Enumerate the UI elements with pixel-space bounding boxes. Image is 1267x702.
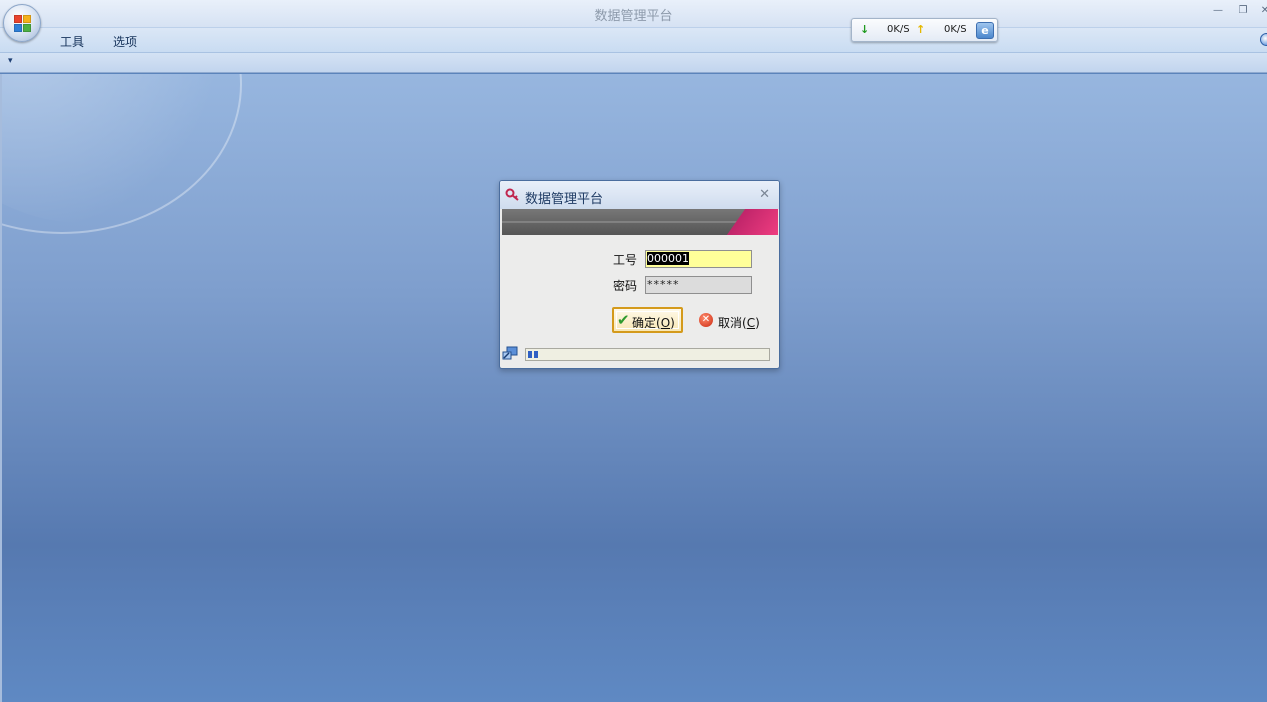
workspace-background bbox=[0, 74, 1267, 702]
app-menu-button[interactable] bbox=[3, 4, 41, 42]
dialog-title-bar: 数据管理平台 ✕ bbox=[500, 181, 779, 209]
confirm-button[interactable]: ✔ 确定(O) bbox=[612, 307, 683, 333]
check-icon: ✔ bbox=[617, 311, 630, 329]
upload-arrow-icon: ↑ bbox=[916, 23, 926, 36]
password-label: 密码 bbox=[613, 279, 638, 293]
confirm-shortcut: O bbox=[660, 316, 671, 330]
upload-speed: 0K/S bbox=[944, 24, 967, 35]
network-connection-icon bbox=[502, 346, 518, 360]
menu-bar: 工具 选项 bbox=[0, 28, 1267, 53]
help-icon[interactable] bbox=[1260, 33, 1267, 46]
window-title: 数据管理平台 bbox=[594, 9, 673, 24]
customize-toolbar-icon[interactable]: ▾ bbox=[8, 56, 13, 66]
cancel-button[interactable]: ✕ 取消(C) bbox=[696, 309, 764, 333]
dialog-title: 数据管理平台 bbox=[525, 192, 604, 207]
login-dialog: 数据管理平台 ✕ 工号 000001 密码 ***** ✔ 确定(O) ✕ 取消… bbox=[499, 180, 780, 369]
minimize-button[interactable]: — bbox=[1211, 4, 1225, 18]
download-arrow-icon: ↓ bbox=[860, 23, 870, 36]
password-input[interactable]: ***** bbox=[645, 276, 752, 294]
employee-id-input[interactable]: 000001 bbox=[645, 250, 752, 268]
network-speed-widget: ↓ 0K/S ↑ 0K/S e bbox=[851, 18, 998, 42]
login-progress-bar bbox=[525, 348, 770, 361]
cancel-icon: ✕ bbox=[699, 313, 713, 327]
browser-icon[interactable]: e bbox=[976, 22, 994, 39]
employee-id-label: 工号 bbox=[613, 253, 638, 267]
progress-fill bbox=[528, 351, 538, 358]
menu-item-tools[interactable]: 工具 bbox=[60, 33, 84, 50]
key-icon bbox=[505, 188, 519, 201]
background-swoosh bbox=[2, 74, 242, 234]
employee-id-value: 000001 bbox=[647, 252, 689, 265]
confirm-label: 确定 bbox=[632, 316, 657, 330]
quick-access-toolbar: ▾ bbox=[0, 53, 1267, 73]
cancel-shortcut: C bbox=[746, 316, 756, 330]
password-value: ***** bbox=[647, 278, 680, 291]
dialog-close-icon[interactable]: ✕ bbox=[759, 187, 770, 202]
dialog-banner bbox=[502, 209, 778, 235]
menu-item-options[interactable]: 选项 bbox=[113, 33, 137, 50]
title-bar: 数据管理平台 — ❐ ✕ bbox=[0, 0, 1267, 28]
download-speed: 0K/S bbox=[887, 24, 910, 35]
restore-button[interactable]: ❐ bbox=[1236, 4, 1250, 18]
cancel-label: 取消 bbox=[718, 316, 743, 330]
close-button[interactable]: ✕ bbox=[1258, 4, 1267, 18]
